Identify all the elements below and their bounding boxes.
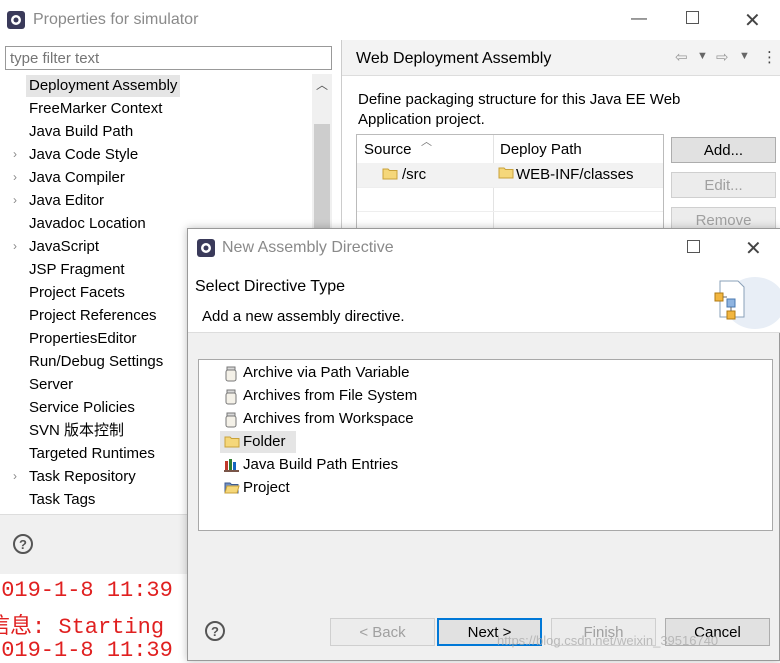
forward-nav-icon[interactable]: ⇨ <box>716 48 729 66</box>
tree-item[interactable]: Task Tags <box>29 489 95 511</box>
tree-item[interactable]: Targeted Runtimes <box>29 443 155 465</box>
console-line: 信息: Starting <box>0 615 165 640</box>
project-folder-icon <box>224 481 240 498</box>
tree-item[interactable]: Java Code Style <box>29 144 138 166</box>
minimize-icon[interactable]: — <box>631 10 647 28</box>
directive-list-item[interactable]: Java Build Path Entries <box>243 454 398 476</box>
tree-item[interactable]: Project Facets <box>29 282 125 304</box>
col-header-source[interactable]: Source <box>364 141 412 158</box>
eclipse-app-icon <box>196 238 216 258</box>
jar-icon <box>224 366 238 386</box>
directive-list-item[interactable]: Archive via Path Variable <box>243 362 409 384</box>
tree-item[interactable]: Project References <box>29 305 157 327</box>
close-icon[interactable]: ✕ <box>745 236 762 261</box>
directive-list-item[interactable]: Archives from Workspace <box>243 408 414 430</box>
expand-chevron-icon[interactable]: › <box>13 147 17 161</box>
col-header-deploy-path[interactable]: Deploy Path <box>500 141 582 158</box>
expand-chevron-icon[interactable]: › <box>13 239 17 253</box>
expand-chevron-icon[interactable]: › <box>13 193 17 207</box>
mapping-table: Source ︿ Deploy Path /src WEB-INF/classe… <box>356 134 664 235</box>
back-nav-icon[interactable]: ⇦ <box>675 48 688 66</box>
console-line: 2019-1-8 11:39 <box>0 578 173 603</box>
maximize-icon[interactable] <box>687 240 700 253</box>
page-description-line2: Application project. <box>358 111 485 128</box>
page-title: Web Deployment Assembly <box>356 50 552 67</box>
directive-list-item[interactable]: Folder <box>243 431 286 453</box>
table-row[interactable] <box>357 187 663 211</box>
page-description-line1: Define packaging structure for this Java… <box>358 91 681 108</box>
edit-button[interactable]: Edit... <box>671 172 776 198</box>
folder-icon <box>382 167 398 184</box>
directive-type-list: Archive via Path Variable Archives from F… <box>198 359 773 531</box>
filter-input[interactable] <box>5 46 332 70</box>
tree-item[interactable]: JavaScript <box>29 236 99 258</box>
back-nav-dropdown-icon[interactable]: ▼ <box>697 50 708 62</box>
help-icon[interactable]: ? <box>13 534 33 554</box>
table-row[interactable]: /src WEB-INF/classes <box>357 163 663 187</box>
back-button[interactable]: < Back <box>330 618 435 646</box>
dialog-title: New Assembly Directive <box>222 239 394 256</box>
close-icon[interactable]: ✕ <box>744 8 761 33</box>
tree-item[interactable]: Javadoc Location <box>29 213 146 235</box>
directive-list-item[interactable]: Project <box>243 477 290 499</box>
tree-item[interactable]: Java Editor <box>29 190 104 212</box>
jar-icon <box>224 389 238 409</box>
tree-item[interactable]: PropertiesEditor <box>29 328 137 350</box>
tree-item[interactable]: Service Policies <box>29 397 135 419</box>
console-line: 2019-1-8 11:39 <box>0 638 173 663</box>
add-button[interactable]: Add... <box>671 137 776 163</box>
window-title: Properties for simulator <box>33 11 199 28</box>
watermark: https://blog.csdn.net/weixin_39516740 <box>497 633 719 648</box>
directive-list-item[interactable]: Archives from File System <box>243 385 417 407</box>
expand-chevron-icon[interactable]: › <box>13 469 17 483</box>
folder-icon <box>224 435 240 452</box>
expand-chevron-icon[interactable]: › <box>13 170 17 184</box>
deploy-path-cell: WEB-INF/classes <box>516 166 634 183</box>
dialog-heading: Select Directive Type <box>195 278 345 295</box>
new-assembly-directive-dialog: New Assembly Directive ✕ Select Directiv… <box>187 228 780 661</box>
dialog-subheading: Add a new assembly directive. <box>202 308 405 325</box>
tree-item[interactable]: Server <box>29 374 73 396</box>
tree-item[interactable]: FreeMarker Context <box>29 98 162 120</box>
folder-icon <box>498 166 514 183</box>
tree-item[interactable]: Java Build Path <box>29 121 133 143</box>
view-menu-icon[interactable]: ⋮ <box>762 48 777 66</box>
forward-nav-dropdown-icon[interactable]: ▼ <box>739 50 750 62</box>
wizard-banner-icon <box>710 273 780 331</box>
library-icon <box>224 458 240 476</box>
jar-icon <box>224 412 238 432</box>
tree-item[interactable]: Run/Debug Settings <box>29 351 163 373</box>
help-icon[interactable]: ? <box>205 621 225 641</box>
table-header: Source ︿ Deploy Path <box>357 135 663 235</box>
eclipse-app-icon <box>6 10 26 30</box>
sort-indicator-icon: ︿ <box>421 136 432 148</box>
tree-item[interactable]: Deployment Assembly <box>26 75 181 97</box>
tree-item[interactable]: Java Compiler <box>29 167 125 189</box>
source-cell: /src <box>402 166 427 183</box>
tree-item[interactable]: SVN 版本控制 <box>29 420 124 442</box>
tree-item[interactable]: JSP Fragment <box>29 259 125 281</box>
maximize-icon[interactable] <box>686 11 699 24</box>
scroll-up-icon[interactable]: ︿ <box>316 76 328 93</box>
tree-item[interactable]: Task Repository <box>29 466 136 488</box>
